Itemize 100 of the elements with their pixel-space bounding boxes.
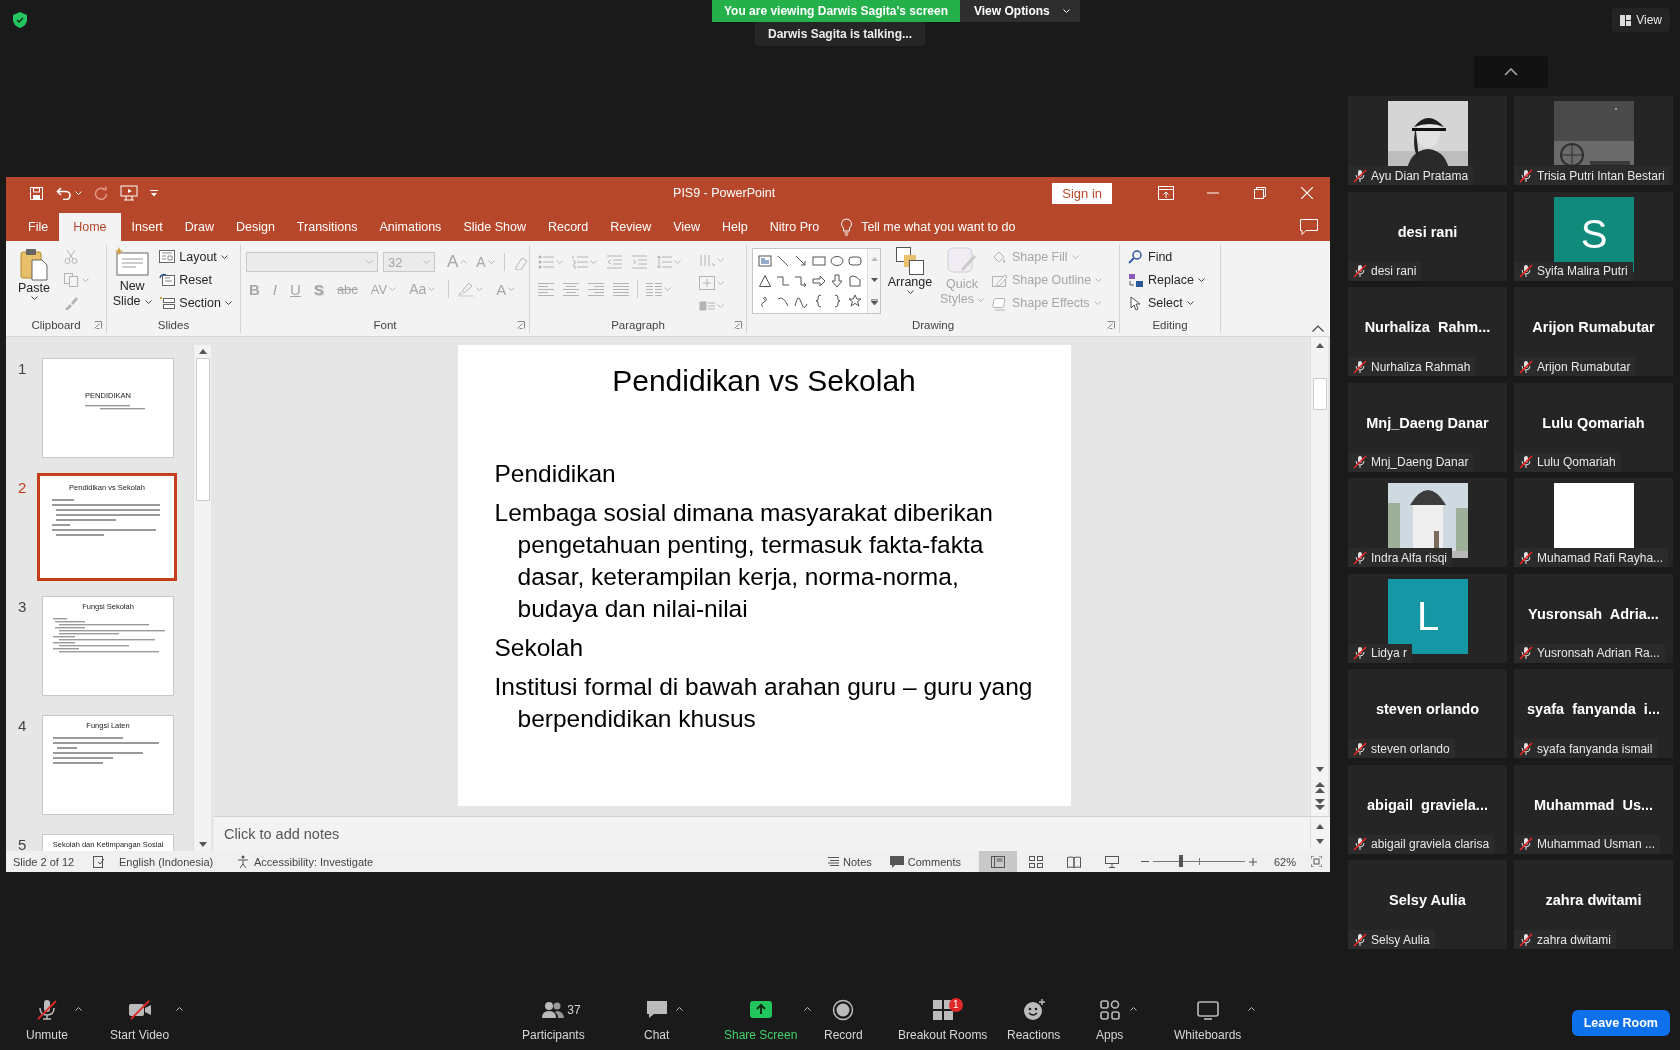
more-icon[interactable]: [870, 298, 878, 305]
slide-number: 3: [17, 597, 28, 615]
slider-thumb[interactable]: [1178, 855, 1183, 867]
ribbon-button[interactable]: Select: [1125, 292, 1208, 314]
dialog-launcher-icon[interactable]: [94, 321, 102, 329]
ribbon-tab[interactable]: File: [17, 213, 60, 241]
chat-button[interactable]: Chat: [640, 998, 674, 1042]
triangle-icon[interactable]: [758, 274, 772, 288]
breakout-rooms-button[interactable]: Breakout Rooms 1: [894, 998, 992, 1042]
ribbon-tab[interactable]: Draw: [173, 213, 225, 241]
ribbon-button[interactable]: Replace: [1125, 269, 1208, 291]
dialog-launcher-icon[interactable]: [1107, 321, 1115, 329]
notes-button[interactable]: Notes: [824, 851, 876, 872]
curve-icon[interactable]: [794, 294, 808, 308]
tell-me-search[interactable]: Tell me what you want to do: [840, 213, 1016, 241]
video-button[interactable]: Start Video: [106, 998, 174, 1042]
slide-sorter-icon: [1029, 855, 1043, 868]
spelling-check-icon[interactable]: [93, 855, 105, 868]
replace-icon[interactable]: [1128, 272, 1144, 288]
clipboard-icon[interactable]: [19, 247, 49, 281]
comments-button[interactable]: Comments: [885, 851, 965, 872]
reactions-button[interactable]: Reactions: [1003, 998, 1065, 1042]
arc-icon[interactable]: [776, 294, 790, 308]
scroll-up-icon[interactable]: [1315, 824, 1324, 829]
apps-button[interactable]: Apps: [1092, 998, 1128, 1042]
caret-icon[interactable]: [906, 290, 914, 294]
zoom-level[interactable]: 62%: [1269, 855, 1301, 868]
caret-icon[interactable]: [30, 296, 38, 300]
ribbon-tab[interactable]: Nitro Pro: [758, 213, 831, 241]
participant-name: Yusronsah Adrian Ra...: [1537, 646, 1660, 660]
right-arrow-icon[interactable]: [812, 274, 826, 288]
previous-slide-icon[interactable]: [1314, 782, 1325, 793]
scroll-down-icon[interactable]: [1315, 767, 1324, 772]
presenter-button[interactable]: [117, 182, 141, 204]
scroll-down-icon[interactable]: [198, 842, 207, 847]
ribbon-tab[interactable]: Record: [536, 213, 600, 241]
record-button[interactable]: Record: [820, 998, 867, 1042]
sign-in-button[interactable]: Sign in: [1052, 182, 1112, 204]
scroll-up-icon[interactable]: [1315, 343, 1324, 348]
ribbon-button[interactable]: Reset: [156, 269, 235, 291]
dialog-launcher-icon[interactable]: [734, 321, 742, 329]
language-button[interactable]: English (Indonesia): [119, 855, 233, 868]
ribbon-tab[interactable]: Insert: [120, 213, 174, 241]
microphone-button[interactable]: Unmute: [22, 998, 73, 1042]
arrow-icon[interactable]: [794, 254, 808, 268]
scroll-down-icon[interactable]: [1315, 839, 1324, 844]
search-icon[interactable]: [1128, 249, 1144, 265]
scroll-down-icon[interactable]: [870, 278, 878, 282]
notes-placeholder[interactable]: Click to add notes: [214, 826, 340, 842]
ribbon-tab[interactable]: Help: [711, 213, 759, 241]
arrange-button[interactable]: Arrange: [885, 245, 935, 294]
accessibility-button[interactable]: Accessibility: Investigate: [233, 851, 378, 872]
view-button[interactable]: View: [1612, 8, 1670, 32]
view-options-button[interactable]: View Options: [960, 0, 1080, 22]
smiley-plus-icon: [1021, 998, 1046, 1022]
participants-button[interactable]: Participants 37: [518, 998, 589, 1042]
ribbon-button[interactable]: Layout: [156, 246, 235, 268]
oval-icon[interactable]: [830, 254, 844, 268]
star-icon[interactable]: [848, 294, 862, 308]
overlapping-squares-icon[interactable]: [896, 247, 924, 275]
view-button[interactable]: [979, 851, 1017, 872]
section-icon[interactable]: [159, 296, 176, 310]
plus-icon: [1249, 857, 1257, 866]
layout-icon[interactable]: [159, 250, 176, 264]
shield-icon[interactable]: [13, 12, 27, 28]
collapse-ribbon-button[interactable]: [1312, 325, 1324, 332]
next-slide-icon[interactable]: [1314, 799, 1325, 810]
flowchart-shape-icon[interactable]: [848, 274, 862, 288]
down-arrow-icon[interactable]: [830, 274, 844, 288]
notification-badge: 1: [948, 998, 963, 1012]
columns-icon: [646, 282, 662, 296]
reset-icon[interactable]: [159, 273, 176, 287]
display-name: zahra dwitami: [1544, 892, 1643, 908]
ribbon-tab[interactable]: Home: [59, 213, 121, 241]
ribbon-tab[interactable]: View: [662, 213, 712, 241]
ribbon-tab[interactable]: Review: [599, 213, 663, 241]
caret-icon[interactable]: [220, 255, 228, 259]
caret-icon[interactable]: [1197, 278, 1205, 282]
caret-icon[interactable]: [144, 299, 152, 304]
whiteboards-button[interactable]: Whiteboards: [1170, 998, 1246, 1042]
ribbon-tab[interactable]: Design: [224, 213, 286, 241]
caret-icon[interactable]: [1186, 301, 1194, 305]
normal-view-icon: [991, 855, 1005, 868]
ribbon-button[interactable]: Section: [156, 292, 235, 314]
caret-icon[interactable]: [225, 301, 232, 305]
new-slide-button[interactable]: New Slide: [112, 245, 153, 309]
leave-room-button[interactable]: Leave Room: [1571, 1010, 1670, 1036]
participant-name: Muhamad Rafi Rayha...: [1537, 550, 1664, 565]
ribbon-tab[interactable]: Transitions: [285, 213, 369, 241]
elbow-arrow-icon[interactable]: [794, 274, 808, 288]
share-screen-button[interactable]: Share Screen: [720, 998, 802, 1042]
ribbon-tab[interactable]: Animations: [368, 213, 453, 241]
rounded-rectangle-icon[interactable]: [848, 254, 862, 268]
slide-show-icon: [1105, 855, 1119, 868]
dialog-launcher-icon[interactable]: [517, 321, 525, 329]
ribbon-button[interactable]: Find: [1125, 246, 1208, 268]
line-icon[interactable]: [776, 254, 790, 268]
paste-button[interactable]: Paste: [11, 245, 57, 300]
scroll-up-icon[interactable]: [198, 349, 207, 354]
ribbon-tab[interactable]: Slide Show: [452, 213, 537, 241]
